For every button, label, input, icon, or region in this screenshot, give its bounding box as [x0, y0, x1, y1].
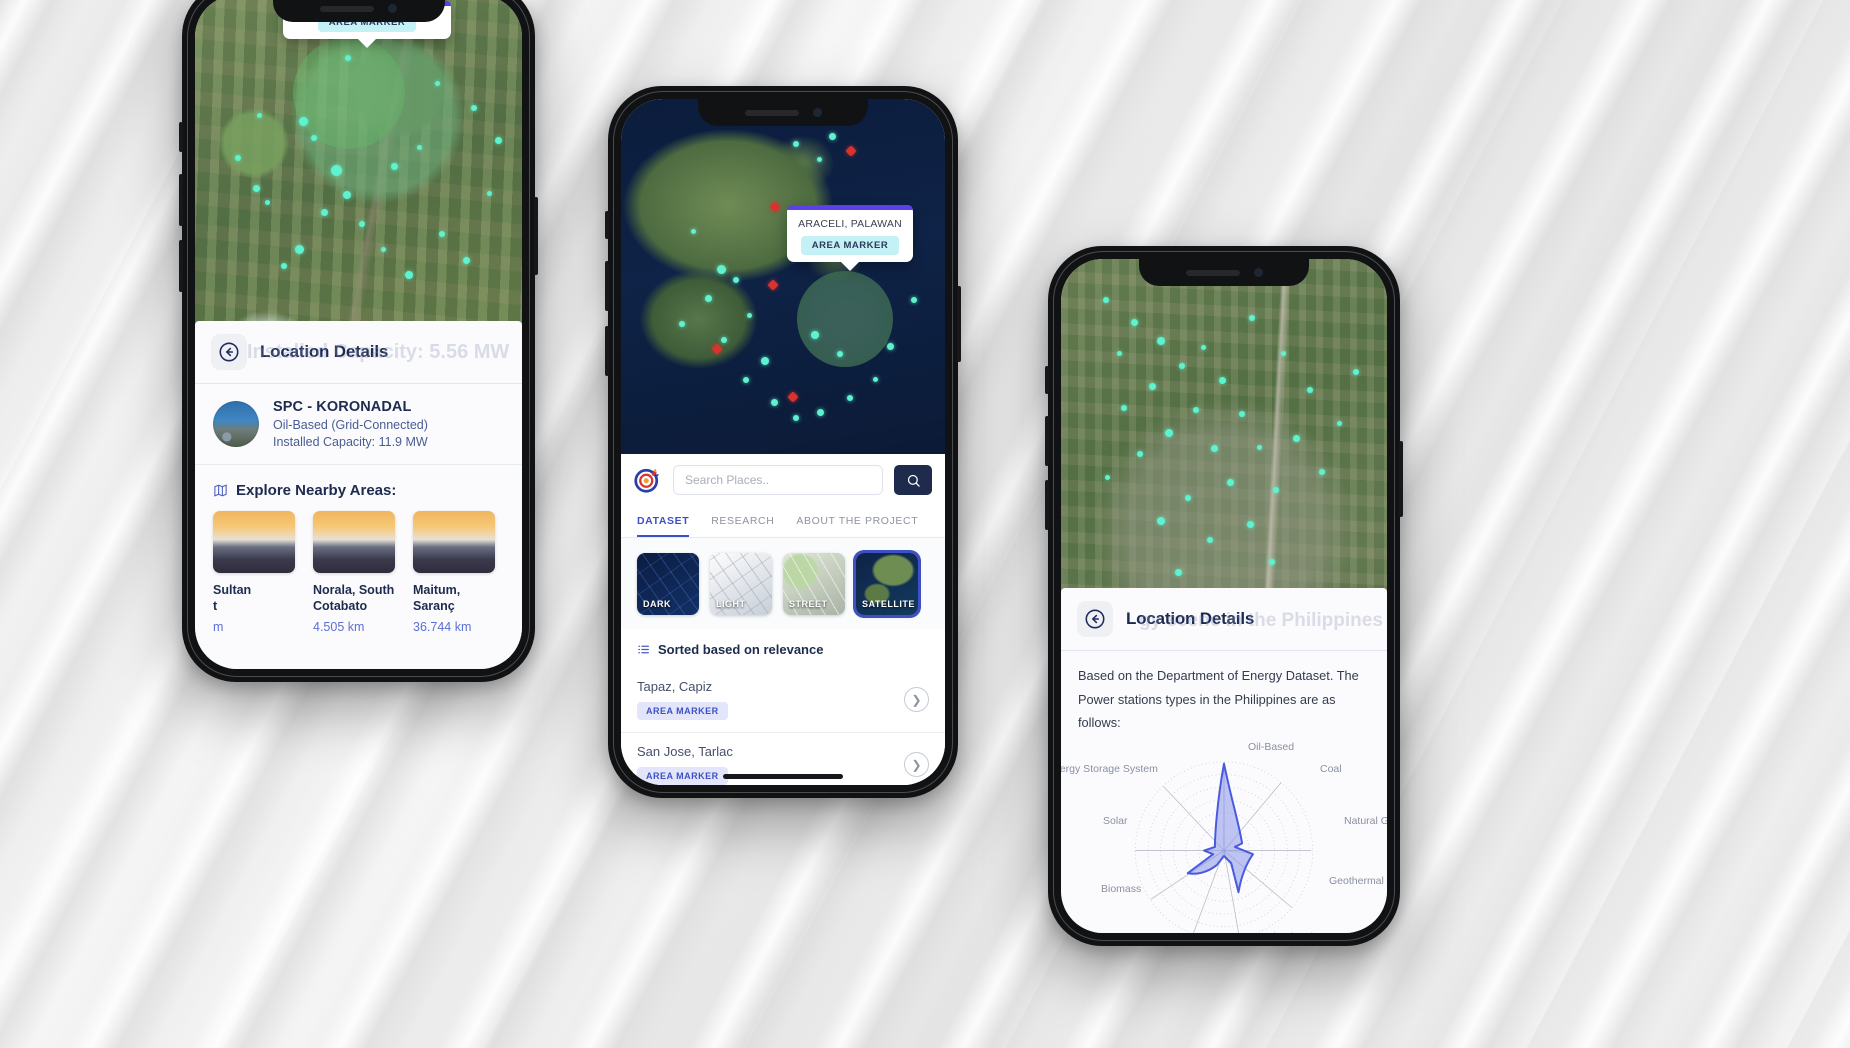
search-button[interactable] [894, 465, 932, 495]
center-phone-screen: ARACELI, PALAWAN AREA MARKER Search Plac… [621, 99, 945, 785]
philippines-energy-logo[interactable] [632, 465, 662, 495]
map-style-label: LIGHT [716, 599, 746, 609]
explore-nearby-heading: Explore Nearby Areas: [195, 465, 522, 511]
radar-label-coal: Coal [1320, 763, 1342, 776]
nearby-thumbnail [413, 511, 495, 573]
power-station-radar-chart: Oil-Based Coal Natural Gas Geothermal Hy… [1061, 739, 1387, 933]
app-toolbar: Search Places.. [621, 454, 945, 506]
radar-label-energy-storage-system: Energy Storage System [1061, 763, 1158, 776]
sheet-header: Location Details Installed Capacity: 5.5… [195, 321, 522, 384]
right-phone-screen: Location Details gy scene in the Philipp… [1061, 259, 1387, 933]
left-location-details-sheet: Location Details Installed Capacity: 5.5… [195, 321, 522, 669]
radar-label-hydroelectric: Hydroelectric [1257, 931, 1318, 933]
search-input[interactable]: Search Places.. [673, 465, 883, 495]
result-name: Tapaz, Capiz [637, 679, 713, 694]
map-style-selector[interactable]: DARK LIGHT STREET SATELLITE [621, 538, 945, 629]
back-button[interactable] [1077, 601, 1113, 637]
center-map-tooltip[interactable]: ARACELI, PALAWAN AREA MARKER [787, 205, 913, 262]
tab-about-the-project[interactable]: ABOUT THE PROJECT [796, 506, 918, 537]
chevron-right-icon[interactable]: ❯ [904, 687, 929, 712]
station-summary: SPC - KORONADAL Oil-Based (Grid-Connecte… [195, 384, 522, 465]
nearby-distance: 36.744 km [413, 620, 472, 634]
radar-label-oil-based: Oil-Based [1248, 741, 1295, 754]
station-thumbnail [213, 401, 259, 447]
nearby-cards-list[interactable]: Sultan t m Norala, South Cotabato 4.505 … [195, 511, 522, 634]
map-icon [214, 484, 227, 497]
nearby-name: Maitum, Saranç [413, 583, 461, 613]
area-highlight-circle [293, 37, 405, 149]
tooltip-location-name: ARACELI, PALAWAN [798, 218, 902, 230]
result-badge: AREA MARKER [637, 702, 728, 720]
map-style-dark[interactable]: DARK [637, 553, 699, 615]
tooltip-accent-bar [787, 205, 913, 210]
nearby-name: Sultan t [213, 583, 252, 613]
radar-label-natural-gas: Natural Gas [1344, 815, 1387, 828]
radar-label-solar: Solar [1103, 815, 1128, 828]
explore-label: Explore Nearby Areas: [236, 482, 397, 499]
back-button[interactable] [211, 334, 247, 370]
nearby-card[interactable]: Sultan t m [213, 511, 295, 634]
back-arrow-icon [219, 342, 239, 362]
map-style-label: STREET [789, 599, 828, 609]
nearby-card[interactable]: Norala, South Cotabato 4.505 km [313, 511, 395, 634]
nearby-distance: 4.505 km [313, 620, 365, 634]
result-name: San Jose, Tarlac [637, 744, 733, 759]
back-arrow-icon [1085, 609, 1105, 629]
map-style-street[interactable]: STREET [783, 553, 845, 615]
sheet-header: Location Details gy scene in the Philipp… [1061, 588, 1387, 651]
right-location-details-sheet: Location Details gy scene in the Philipp… [1061, 588, 1387, 933]
center-map-canvas[interactable] [621, 99, 945, 454]
tab-bar[interactable]: DATASET RESEARCH ABOUT THE PROJECT [621, 506, 945, 538]
station-capacity: Installed Capacity: 11.9 MW [273, 435, 428, 449]
nearby-card[interactable]: Maitum, Saranç 36.744 km [413, 511, 495, 634]
page-title: Location Details [1126, 609, 1255, 628]
radar-label-geothermal: Geothermal [1329, 875, 1384, 888]
search-icon [907, 474, 920, 487]
tab-dataset[interactable]: DATASET [637, 506, 690, 537]
nearby-name: Norala, South Cotabato [313, 583, 395, 613]
map-style-label: SATELLITE [862, 599, 915, 609]
center-app-panel: Search Places.. DATASET RESEARCH ABOUT T… [621, 454, 945, 785]
list-icon [638, 645, 649, 654]
center-phone-frame: ARACELI, PALAWAN AREA MARKER Search Plac… [605, 86, 961, 798]
left-phone-screen: AREA MARKER Location Details Installed C… [195, 0, 522, 669]
chevron-right-icon[interactable]: ❯ [904, 752, 929, 777]
nearby-thumbnail [313, 511, 395, 573]
radar-label-biomass: Biomass [1101, 883, 1142, 896]
tab-research[interactable]: RESEARCH [711, 506, 774, 537]
page-title: Location Details [260, 342, 389, 361]
home-indicator [723, 774, 843, 779]
result-badge: AREA MARKER [637, 767, 728, 785]
sort-indicator: Sorted based on relevance [621, 629, 945, 668]
map-style-satellite[interactable]: SATELLITE [856, 553, 918, 615]
area-highlight-circle [797, 271, 893, 367]
right-phone-frame: Location Details gy scene in the Philipp… [1045, 246, 1403, 946]
result-row[interactable]: Tapaz, Capiz AREA MARKER ❯ [621, 668, 945, 733]
nearby-thumbnail [213, 511, 295, 573]
tooltip-area-marker-badge: AREA MARKER [800, 236, 900, 255]
map-style-light[interactable]: LIGHT [710, 553, 772, 615]
station-type: Oil-Based (Grid-Connected) [273, 418, 428, 432]
left-phone-frame: AREA MARKER Location Details Installed C… [179, 0, 538, 682]
station-name: SPC - KORONADAL [273, 399, 412, 415]
nearby-distance: m [213, 620, 224, 634]
sort-label: Sorted based on relevance [658, 642, 824, 657]
map-style-label: DARK [643, 599, 671, 609]
dataset-description: Based on the Department of Energy Datase… [1078, 668, 1359, 731]
search-placeholder: Search Places.. [685, 473, 770, 487]
